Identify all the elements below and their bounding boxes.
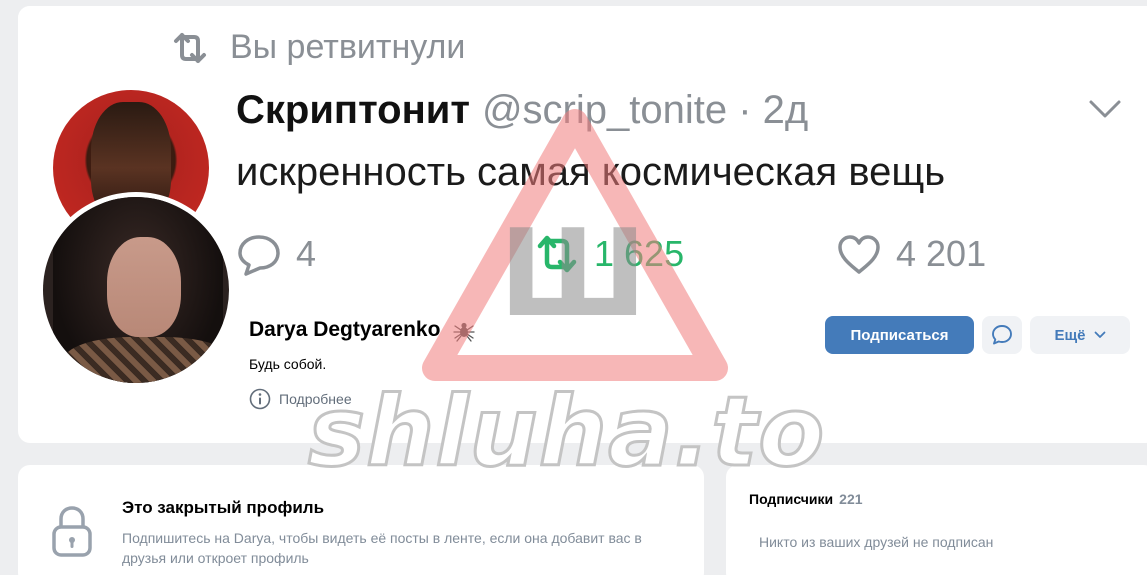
tweet-header: Скриптонит @scrip_tonite · 2д — [236, 88, 808, 133]
reply-icon — [238, 235, 280, 276]
profile-avatar[interactable] — [38, 192, 234, 388]
tweet-retweet-value: 1 625 — [594, 233, 685, 274]
more-button-label: Ещё — [1054, 326, 1086, 344]
profile-name: Darya Degtyarenko — [249, 318, 441, 341]
info-icon — [249, 388, 271, 410]
more-button[interactable]: Ещё — [1030, 316, 1130, 354]
tweet-actions: 4 1 625 4 201 — [236, 232, 1036, 282]
tweet-reply-value: 4 — [296, 233, 317, 274]
tweet-like-count: 4 201 — [836, 232, 986, 276]
tweet-retweet-row: Вы ретвитнули — [170, 28, 465, 67]
profile-more-link[interactable]: Подробнее — [249, 388, 352, 410]
tweet-author-handle: @scrip_tonite · 2д — [481, 88, 809, 132]
tweet-like-value: 4 201 — [896, 233, 987, 274]
retweet-icon — [537, 235, 577, 273]
private-profile-card: Это закрытый профиль Подпишитесь на Dary… — [18, 465, 704, 575]
page: Вы ретвитнули Скриптонит @scrip_tonite ·… — [0, 0, 1147, 575]
tweet-text: искренность самая космическая вещь — [236, 150, 946, 194]
heart-icon — [838, 235, 880, 274]
followers-header[interactable]: Подписчики 221 — [749, 491, 863, 507]
lock-icon — [52, 506, 92, 557]
subscribe-button[interactable]: Подписаться — [825, 316, 974, 354]
profile-status: Будь собой. — [249, 356, 327, 372]
tweet-retweet-label: Вы ретвитнули — [230, 28, 466, 66]
followers-title: Подписчики — [749, 491, 834, 507]
tweet-retweet-count: 1 625 — [534, 232, 684, 276]
private-profile-title: Это закрытый профиль — [122, 498, 325, 517]
tweet-reply-count: 4 — [236, 232, 316, 276]
followers-count: 221 — [839, 491, 863, 507]
chevron-down-icon — [1094, 331, 1105, 338]
chevron-down-icon — [1089, 100, 1121, 118]
retweet-icon — [174, 32, 206, 63]
spider-icon — [453, 322, 476, 342]
profile-name-row: Darya Degtyarenko — [249, 318, 476, 342]
message-icon — [992, 325, 1012, 345]
profile-card: Вы ретвитнули Скриптонит @scrip_tonite ·… — [18, 6, 1147, 443]
tweet-author-name: Скриптонит — [236, 88, 470, 132]
profile-more-label: Подробнее — [279, 391, 352, 407]
followers-empty-text: Никто из ваших друзей не подписан — [759, 534, 994, 550]
message-button[interactable] — [982, 316, 1022, 354]
followers-card: Подписчики 221 Никто из ваших друзей не п… — [726, 465, 1147, 575]
private-profile-text: Подпишитесь на Darya, чтобы видеть её по… — [122, 530, 642, 566]
